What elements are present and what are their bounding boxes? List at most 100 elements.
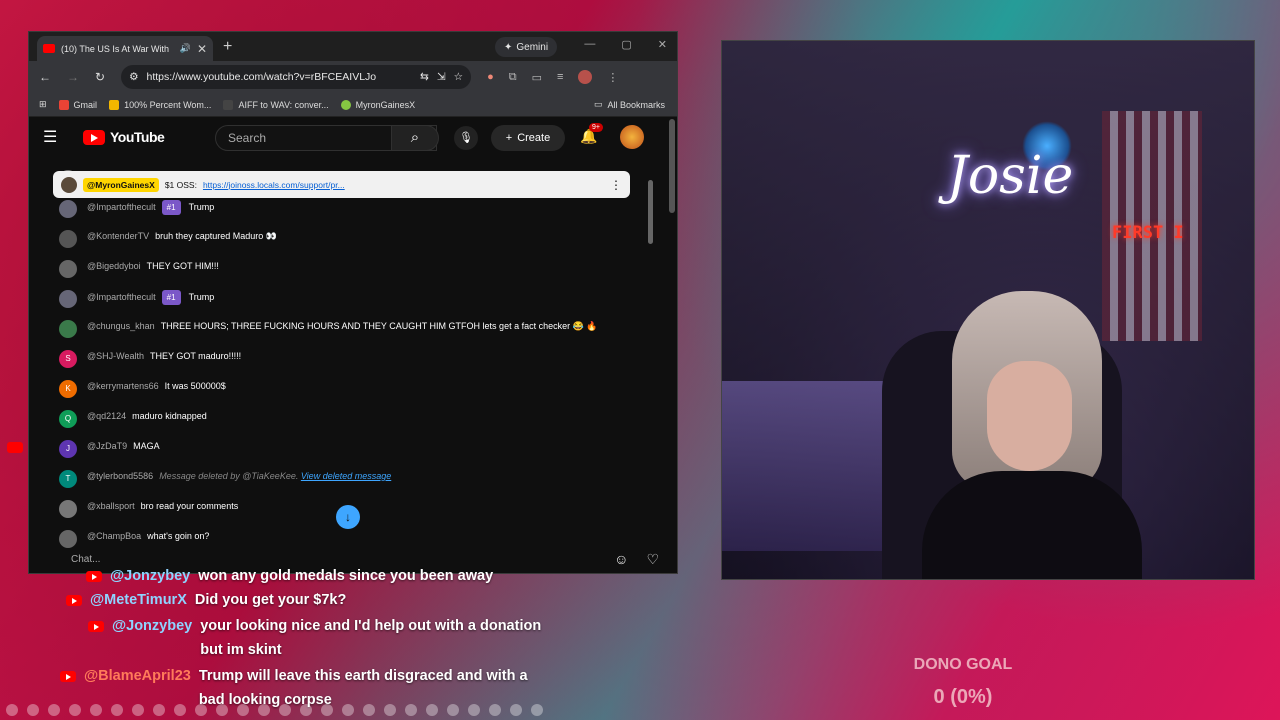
chat-username[interactable]: @kerrymartens66 [87, 381, 159, 391]
media-icon[interactable]: ≡ [557, 71, 563, 83]
apps-icon[interactable]: ⊞ [39, 99, 47, 110]
chat-username[interactable]: @xballsport [87, 501, 135, 511]
site-info-icon[interactable]: ⚙ [129, 71, 138, 83]
decorative-dot [363, 704, 375, 716]
decorative-dot [405, 704, 417, 716]
decorative-dot [69, 704, 81, 716]
chat-username[interactable]: @Impartofthecult [87, 292, 156, 302]
bookmarks-bar: ⊞ Gmail 100% Percent Wom... AIFF to WAV:… [29, 93, 677, 117]
pinned-link[interactable]: https://joinoss.locals.com/support/pr... [203, 180, 345, 190]
search-button[interactable]: ⌕ [391, 125, 439, 151]
page-scrollbar[interactable] [669, 119, 675, 213]
avatar[interactable] [59, 200, 77, 218]
voice-search-button[interactable]: 🎙 [454, 126, 478, 150]
avatar[interactable]: T [59, 470, 77, 488]
avatar[interactable] [59, 230, 77, 248]
extension-icon[interactable]: ● [487, 71, 494, 83]
user-avatar[interactable] [620, 125, 644, 149]
sidepanel-icon[interactable]: ▭ [532, 71, 542, 84]
bookmark-star-icon[interactable]: ☆ [454, 71, 463, 83]
chat-message[interactable]: @Impartofthecult #1 Trump [41, 194, 641, 224]
create-button[interactable]: + Create [491, 125, 565, 151]
avatar[interactable] [59, 320, 77, 338]
translate-icon[interactable]: ⇆ [420, 71, 429, 83]
chat-text: what's goin on? [147, 531, 210, 541]
decorative-dot [426, 704, 438, 716]
install-icon[interactable]: ⇲ [437, 71, 446, 83]
chat-username[interactable]: @Bigeddyboi [87, 261, 141, 271]
bookmark-item[interactable]: 100% Percent Wom... [109, 99, 211, 110]
overlay-text: your looking nice and I'd help out with … [200, 618, 542, 634]
all-bookmarks[interactable]: ▭ All Bookmarks [594, 99, 665, 110]
overlay-user: @MeteTimurX [90, 592, 187, 608]
decorative-dot [468, 704, 480, 716]
extensions-puzzle-icon[interactable]: ⧉ [509, 71, 517, 84]
avatar[interactable] [59, 290, 77, 308]
bookmark-item[interactable]: MyronGainesX [340, 99, 415, 110]
maximize-icon[interactable]: ▢ [621, 38, 631, 51]
reload-icon[interactable]: ↻ [95, 70, 105, 84]
avatar[interactable] [59, 500, 77, 518]
bookmark-item[interactable]: AIFF to WAV: conver... [223, 99, 329, 110]
youtube-icon [7, 442, 23, 453]
chat-message-content: @tylerbond5586 Message deleted by @TiaKee… [87, 470, 391, 483]
chat-username[interactable]: @chungus_khan [87, 321, 155, 331]
overlay-message: @Jonzybey your looking nice and I'd help… [88, 618, 541, 662]
speaker-icon[interactable]: 🔊 [180, 43, 191, 54]
chat-message[interactable]: T @tylerbond5586 Message deleted by @TiaKe… [41, 464, 641, 494]
chat-username[interactable]: @tylerbond5586 [87, 471, 153, 481]
decorative-dot [342, 704, 354, 716]
chat-message[interactable]: Q @qd2124 maduro kidnapped [41, 404, 641, 434]
new-tab-button[interactable]: + [223, 38, 232, 56]
emoji-icon[interactable]: ☺ [614, 551, 628, 568]
youtube-icon [66, 595, 82, 606]
gemini-button[interactable]: ✦ Gemini [495, 37, 558, 57]
chat-message[interactable]: @Impartofthecult #1 Trump [41, 284, 641, 314]
omnibox[interactable]: ⚙ https://www.youtube.com/watch?v=rBFCEA… [121, 65, 472, 89]
chat-message[interactable]: @Bigeddyboi THEY GOT HIM!!! [41, 254, 641, 284]
overlay-text: Trump will leave this earth disgraced an… [198, 668, 528, 684]
chat-text: Trump [188, 292, 215, 302]
notifications-button[interactable]: 🔔 9+ [580, 123, 603, 145]
pinned-message[interactable]: @MyronGainesX $1 OSS: https://joinoss.lo… [53, 171, 630, 198]
forward-icon[interactable]: → [67, 70, 79, 84]
chat-message[interactable]: @KontenderTV bruh they captured Maduro 👀 [41, 224, 641, 254]
youtube-logo[interactable]: YouTube [83, 129, 165, 145]
bookmark-gmail[interactable]: Gmail [58, 99, 97, 110]
decorative-dot [258, 704, 270, 716]
chat-username[interactable]: @Impartofthecult [87, 202, 156, 212]
decorative-dot [510, 704, 522, 716]
menu-dots-icon[interactable]: ⋮ [607, 71, 618, 84]
folder-icon: ▭ [593, 99, 603, 109]
profile-avatar[interactable] [578, 70, 593, 84]
chat-message[interactable]: @chungus_khan THREE HOURS; THREE FUCKING … [41, 314, 641, 344]
chat-username[interactable]: @ChampBoa [87, 531, 141, 541]
chat-message[interactable]: S @SHJ-Wealth THEY GOT maduro!!!!! [41, 344, 641, 374]
close-tab-icon[interactable]: ✕ [197, 42, 207, 56]
scroll-down-button[interactable]: ↓ [336, 505, 360, 529]
avatar[interactable] [59, 260, 77, 278]
chat-username[interactable]: @SHJ-Wealth [87, 351, 144, 361]
avatar[interactable]: S [59, 350, 77, 368]
decorative-dot [111, 704, 123, 716]
avatar[interactable]: K [59, 380, 77, 398]
browser-tab[interactable]: (10) The US Is At War With 🔊 ✕ [37, 36, 213, 61]
mic-icon: 🎙 [459, 132, 473, 144]
chat-scrollbar[interactable] [648, 180, 653, 244]
back-icon[interactable]: ← [39, 70, 51, 84]
decorative-dot [531, 704, 543, 716]
view-deleted-link[interactable]: View deleted message [301, 471, 391, 481]
avatar[interactable]: Q [59, 410, 77, 428]
chat-username[interactable]: @KontenderTV [87, 231, 149, 241]
chat-message[interactable]: K @kerrymartens66 It was 500000$ [41, 374, 641, 404]
close-window-icon[interactable]: ✕ [658, 38, 667, 51]
more-options-icon[interactable]: ⋮ [610, 178, 622, 192]
chat-username[interactable]: @JzDaT9 [87, 441, 127, 451]
chat-message[interactable]: J @JzDaT9 MAGA [41, 434, 641, 464]
hamburger-menu-icon[interactable]: ☰ [43, 127, 73, 147]
heart-icon[interactable]: ♡ [646, 551, 659, 568]
dono-goal: DONO GOAL 0 (0%) [868, 656, 1058, 709]
minimize-icon[interactable]: — [584, 38, 595, 51]
chat-username[interactable]: @qd2124 [87, 411, 126, 421]
avatar[interactable]: J [59, 440, 77, 458]
